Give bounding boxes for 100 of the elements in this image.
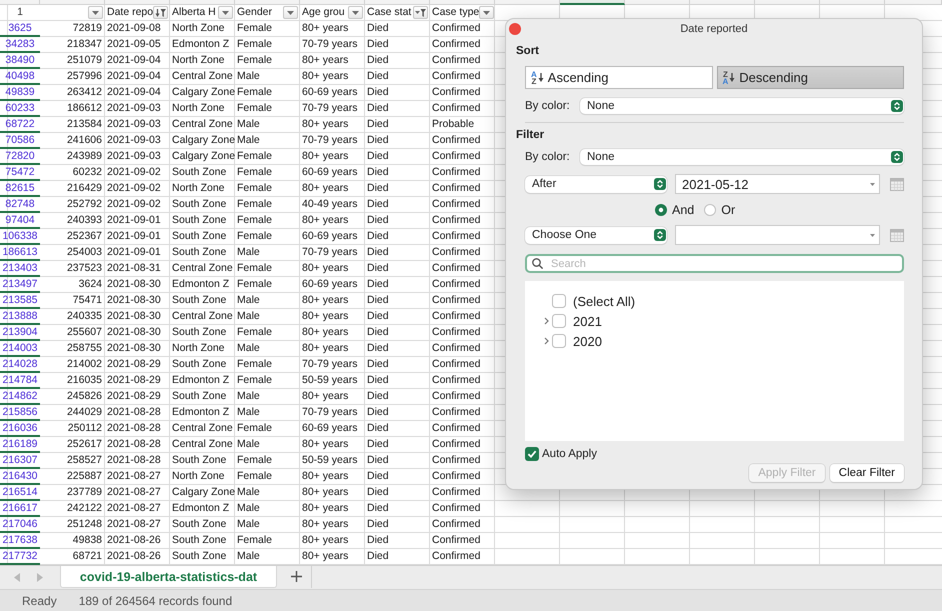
stepper-icon <box>891 151 903 163</box>
table-cell-text: Confirmed <box>431 293 482 308</box>
table-cell-text: Edmonton Z <box>171 277 230 292</box>
table-cell-text: Confirmed <box>431 357 482 372</box>
table-cell-text: Female <box>236 53 274 68</box>
checkbox-option[interactable]: 2020 <box>552 334 602 348</box>
popup-button[interactable]: None <box>580 98 904 114</box>
table-cell-text: Male <box>236 549 261 564</box>
dialog-button[interactable]: Clear Filter <box>830 464 904 482</box>
table-cell-text: Confirmed <box>431 21 482 36</box>
table-cell-text: 80+ years <box>301 149 350 164</box>
table-cell-text: 2021-08-30 <box>106 309 162 324</box>
date-field[interactable] <box>675 225 880 245</box>
row-header[interactable]: 106338 <box>0 229 40 245</box>
table-cell-text: Probable <box>431 117 476 132</box>
row-header[interactable]: 49839 <box>0 85 40 101</box>
sheet-tab[interactable]: covid-19-alberta-statistics-dat <box>60 566 277 588</box>
row-header[interactable]: 217046 <box>0 517 40 533</box>
row-header[interactable]: 213403 <box>0 261 40 277</box>
table-cell-text: Calgary Zone <box>171 149 235 164</box>
table-cell-text: South Zone <box>171 325 228 340</box>
dropdown-arrow-icon[interactable] <box>870 234 875 236</box>
row-header[interactable]: 214784 <box>0 373 40 389</box>
row-header[interactable]: 40498 <box>0 69 40 85</box>
row-header[interactable]: 82615 <box>0 181 40 197</box>
filter-button[interactable] <box>153 6 168 19</box>
table-cell-text: 2021-09-02 <box>106 165 162 180</box>
search-field[interactable]: Search <box>525 254 904 273</box>
popup-button[interactable]: Choose One <box>525 226 667 244</box>
filter-button[interactable] <box>479 6 494 19</box>
sort-button[interactable]: A Z Ascending <box>525 66 712 89</box>
table-cell-text: 80+ years <box>301 293 350 308</box>
checkbox-option[interactable]: 2021 <box>552 314 602 328</box>
row-header[interactable]: 70586 <box>0 133 40 149</box>
popup-button[interactable]: None <box>580 149 904 165</box>
table-cell-text: 240393 <box>66 213 103 228</box>
close-icon[interactable] <box>509 23 521 35</box>
table-cell-text: 70-79 years <box>301 245 358 260</box>
chevron-icon[interactable] <box>544 317 549 325</box>
popup-button[interactable]: After <box>525 176 667 192</box>
table-cell-text: North Zone <box>171 181 226 196</box>
column-header[interactable] <box>560 0 625 5</box>
row-header[interactable]: 214862 <box>0 389 40 405</box>
row-header[interactable]: 216430 <box>0 469 40 485</box>
row-header[interactable]: 217638 <box>0 533 40 549</box>
row-header[interactable]: 213888 <box>0 309 40 325</box>
row-header[interactable]: 215856 <box>0 405 40 421</box>
checkbox-option[interactable]: Auto Apply <box>525 447 597 461</box>
right-arrow-icon[interactable] <box>37 572 43 582</box>
filter-button[interactable] <box>413 6 428 19</box>
radio-option[interactable]: Or <box>704 203 736 217</box>
table-cell-text: 213584 <box>66 117 103 132</box>
table-cell-text: Female <box>236 21 274 36</box>
row-header[interactable]: 216189 <box>0 437 40 453</box>
date-field[interactable]: 2021-05-12 <box>675 174 880 194</box>
row-header[interactable]: 216617 <box>0 501 40 517</box>
checkbox-option[interactable]: (Select All) <box>552 294 636 308</box>
table-cell-text: 216429 <box>66 181 103 196</box>
filter-button[interactable] <box>348 6 363 19</box>
row-header[interactable]: 213497 <box>0 277 40 293</box>
radio-option[interactable]: And <box>655 203 694 217</box>
row-header[interactable]: 60233 <box>0 101 40 117</box>
dropdown-arrow-icon[interactable] <box>870 182 875 186</box>
plus-icon[interactable] <box>291 571 302 582</box>
row-header[interactable]: 1 <box>0 5 40 21</box>
table-cell-text: 49838 <box>72 533 103 548</box>
row-header[interactable]: 214028 <box>0 357 40 373</box>
dropdown-arrow-icon <box>92 10 99 14</box>
row-header[interactable]: 72820 <box>0 149 40 165</box>
table-cell-text: Female <box>236 101 274 116</box>
row-header[interactable]: 216036 <box>0 421 40 437</box>
row-header[interactable]: 213585 <box>0 293 40 309</box>
row-header[interactable]: 82748 <box>0 197 40 213</box>
table-cell-text: 80+ years <box>301 341 350 356</box>
row-header[interactable]: 3625 <box>0 21 40 37</box>
sort-button[interactable]: Z A Descending <box>716 66 904 89</box>
row-header[interactable]: 214003 <box>0 341 40 357</box>
left-arrow-icon[interactable] <box>14 572 20 582</box>
calendar-icon[interactable] <box>890 178 904 190</box>
row-header[interactable]: 38490 <box>0 53 40 69</box>
sort-filter-icon <box>155 8 166 16</box>
chevron-icon[interactable] <box>544 337 549 345</box>
filter-button[interactable] <box>283 6 298 19</box>
table-cell-text: 60-69 years <box>301 85 358 100</box>
field-label: By color: <box>525 151 571 163</box>
row-header[interactable]: 75472 <box>0 165 40 181</box>
row-header[interactable]: 34283 <box>0 37 40 53</box>
row-header[interactable]: 216514 <box>0 485 40 501</box>
calendar-icon[interactable] <box>890 228 904 242</box>
row-header[interactable]: 213904 <box>0 325 40 341</box>
row-header[interactable]: 97404 <box>0 213 40 229</box>
table-cell-text: Confirmed <box>431 517 482 532</box>
row-header[interactable]: 186613 <box>0 245 40 261</box>
filter-button[interactable] <box>88 6 103 19</box>
filter-button[interactable] <box>218 6 233 19</box>
row-header[interactable]: 216307 <box>0 453 40 469</box>
table-cell-text: Died <box>366 21 390 36</box>
table-cell-text: 80+ years <box>301 117 350 132</box>
row-header[interactable]: 68722 <box>0 117 40 133</box>
table-cell-text: South Zone <box>171 357 228 372</box>
